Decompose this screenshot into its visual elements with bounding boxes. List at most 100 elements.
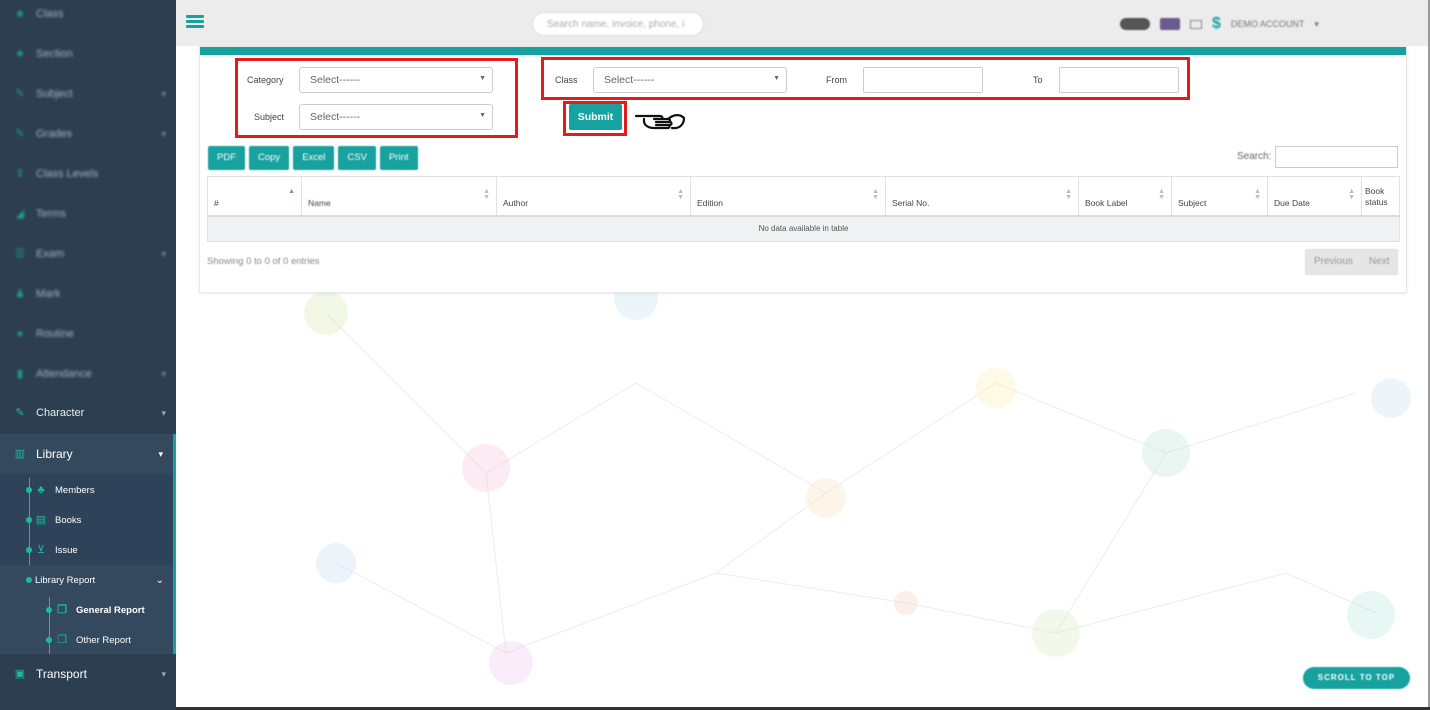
edit-icon: ✎ bbox=[15, 88, 25, 100]
sidebar-subitem-other-report[interactable]: ❐ Other Report bbox=[0, 625, 176, 655]
class-select-value: Select------ bbox=[604, 74, 655, 86]
sidebar-item-transport[interactable]: ▣ Transport ▾ bbox=[0, 654, 176, 694]
bus-icon: ▣ bbox=[14, 668, 26, 680]
chevron-down-icon: ▾ bbox=[161, 368, 166, 379]
sidebar-item-label: Transport bbox=[36, 667, 87, 681]
subject-select[interactable]: Select------ ▼ bbox=[299, 104, 493, 130]
column-label: # bbox=[214, 197, 219, 208]
table-empty-row: No data available in table bbox=[207, 215, 1400, 242]
print-button[interactable]: Print bbox=[379, 146, 418, 170]
sidebar-item-label: Grades bbox=[36, 128, 73, 140]
sidebar-subitem-library-report[interactable]: Library Report ⌄ bbox=[0, 565, 176, 595]
chevron-down-icon: ▾ bbox=[161, 88, 166, 99]
sidebar-item-label: Terms bbox=[36, 208, 66, 220]
submit-button[interactable]: Submit bbox=[569, 104, 622, 130]
users-icon: ♣ bbox=[37, 484, 45, 496]
sidebar-item-section[interactable]: ★ Section bbox=[0, 34, 176, 74]
sidebar-item-class[interactable]: ♣ Class bbox=[0, 0, 176, 34]
sidebar-subitem-members[interactable]: ♣ Members bbox=[0, 475, 176, 505]
empty-message: No data available in table bbox=[207, 215, 1400, 242]
column-header-book-label[interactable]: Book Label ▲ ▼ bbox=[1078, 176, 1172, 217]
sidebar-item-label: Routine bbox=[36, 328, 74, 340]
sidebar-item-library[interactable]: ▥ Library ▾ bbox=[0, 434, 176, 474]
language-flag-icon[interactable] bbox=[1160, 18, 1180, 30]
caret-down-icon: ▼ bbox=[479, 112, 486, 119]
scroll-to-top-button[interactable]: SCROLL TO TOP bbox=[1303, 667, 1410, 689]
pointing-hand-icon bbox=[634, 114, 686, 130]
chevron-down-icon: ▾ bbox=[1314, 18, 1319, 29]
next-page-button[interactable]: Next bbox=[1361, 250, 1398, 274]
pagination: Previous Next bbox=[1305, 249, 1399, 275]
sidebar-subitem-issue[interactable]: ⊻ Issue bbox=[0, 535, 176, 565]
column-header-name[interactable]: Name ▲ ▼ bbox=[301, 176, 497, 217]
sort-icon: ▲ ▼ bbox=[1348, 188, 1355, 201]
account-menu[interactable]: DEMO ACCOUNT bbox=[1231, 19, 1305, 29]
from-date-input[interactable] bbox=[863, 67, 983, 93]
bullet-dot bbox=[46, 607, 52, 613]
table-search-label: Search: bbox=[1237, 151, 1272, 162]
excel-button[interactable]: Excel bbox=[293, 146, 335, 170]
notifications-icon[interactable] bbox=[1120, 18, 1150, 30]
sidebar-item-label: Mark bbox=[36, 288, 61, 300]
edit-icon: ✎ bbox=[15, 407, 25, 419]
sidebar-subitem-general-report[interactable]: ❐ General Report bbox=[0, 595, 176, 625]
column-header-author[interactable]: Author ▲ ▼ bbox=[496, 176, 691, 217]
dollar-icon[interactable]: $ bbox=[1212, 15, 1221, 33]
global-search-input[interactable]: Search name, invoice, phone, i bbox=[532, 12, 704, 36]
column-header-edition[interactable]: Edition ▲ ▼ bbox=[690, 176, 886, 217]
chevron-down-icon: ▾ bbox=[161, 407, 166, 418]
mail-icon[interactable] bbox=[1190, 19, 1202, 29]
column-header-serial-no[interactable]: Serial No. ▲ ▼ bbox=[885, 176, 1079, 217]
caret-down-icon: ▼ bbox=[479, 75, 486, 82]
column-header-number[interactable]: # ▲ bbox=[207, 176, 302, 217]
category-select[interactable]: Select------ ▼ bbox=[299, 67, 493, 93]
sitemap-icon: ♣ bbox=[16, 8, 24, 20]
star-icon: ★ bbox=[15, 48, 25, 60]
sidebar-item-attendance[interactable]: ▮ Attendance ▾ bbox=[0, 354, 176, 394]
pdf-button[interactable]: PDF bbox=[208, 146, 245, 170]
subject-select-value: Select------ bbox=[310, 111, 361, 123]
column-header-subject[interactable]: Subject ▲ ▼ bbox=[1171, 176, 1268, 217]
sidebar-subitem-label: Members bbox=[55, 484, 95, 496]
column-header-book-status[interactable]: Book status bbox=[1361, 176, 1400, 217]
to-date-input[interactable] bbox=[1059, 67, 1179, 93]
sort-icon: ▲ ▼ bbox=[1254, 188, 1261, 201]
sort-icon: ▲ ▼ bbox=[483, 188, 490, 201]
csv-button[interactable]: CSV bbox=[338, 146, 376, 170]
active-indicator bbox=[173, 434, 176, 655]
column-label: Serial No. bbox=[892, 197, 930, 208]
category-label: Category bbox=[247, 75, 284, 85]
column-label: Book Label bbox=[1085, 197, 1128, 208]
library-report-table: # ▲ Name ▲ ▼ Author ▲ ▼ Edition ▲ ▼ Serial No. ▲… bbox=[207, 176, 1400, 242]
table-search-input[interactable] bbox=[1275, 146, 1398, 168]
export-buttons: PDF Copy Excel CSV Print bbox=[208, 146, 418, 170]
sidebar-item-exam[interactable]: ☰ Exam ▾ bbox=[0, 234, 176, 274]
chevron-down-icon: ▾ bbox=[161, 128, 166, 139]
category-select-value: Select------ bbox=[310, 74, 361, 86]
column-label: Subject bbox=[1178, 197, 1207, 208]
previous-page-button[interactable]: Previous bbox=[1306, 250, 1361, 274]
sidebar-item-subject[interactable]: ✎ Subject ▾ bbox=[0, 74, 176, 114]
bullet-dot bbox=[26, 517, 32, 523]
class-label: Class bbox=[555, 75, 578, 85]
sidebar-item-terms[interactable]: ◢ Terms bbox=[0, 194, 176, 234]
background-network-pattern bbox=[304, 293, 1411, 685]
sidebar-item-class-levels[interactable]: ⇕ Class Levels bbox=[0, 154, 176, 194]
sort-icon: ⇕ bbox=[15, 168, 25, 180]
column-header-due-date[interactable]: Due Date ▲ ▼ bbox=[1267, 176, 1362, 217]
sidebar-item-label: Class bbox=[36, 8, 64, 20]
sidebar-item-mark[interactable]: ♟ Mark bbox=[0, 274, 176, 314]
to-label: To bbox=[1033, 75, 1043, 85]
hamburger-menu-icon[interactable] bbox=[186, 15, 204, 29]
sidebar-item-label: Library bbox=[36, 447, 73, 461]
sidebar-item-routine[interactable]: ● Routine bbox=[0, 314, 176, 354]
bullet-dot bbox=[26, 547, 32, 553]
bullet-dot bbox=[26, 487, 32, 493]
class-select[interactable]: Select------ ▼ bbox=[593, 67, 787, 93]
sidebar-item-grades[interactable]: ✎ Grades ▾ bbox=[0, 114, 176, 154]
sort-icon: ▲ ▼ bbox=[1158, 188, 1165, 201]
list-icon: ☰ bbox=[15, 248, 25, 260]
copy-button[interactable]: Copy bbox=[249, 146, 290, 170]
sidebar-subitem-books[interactable]: ▤ Books bbox=[0, 505, 176, 535]
sidebar-item-character[interactable]: ✎ Character ▾ bbox=[0, 393, 176, 433]
